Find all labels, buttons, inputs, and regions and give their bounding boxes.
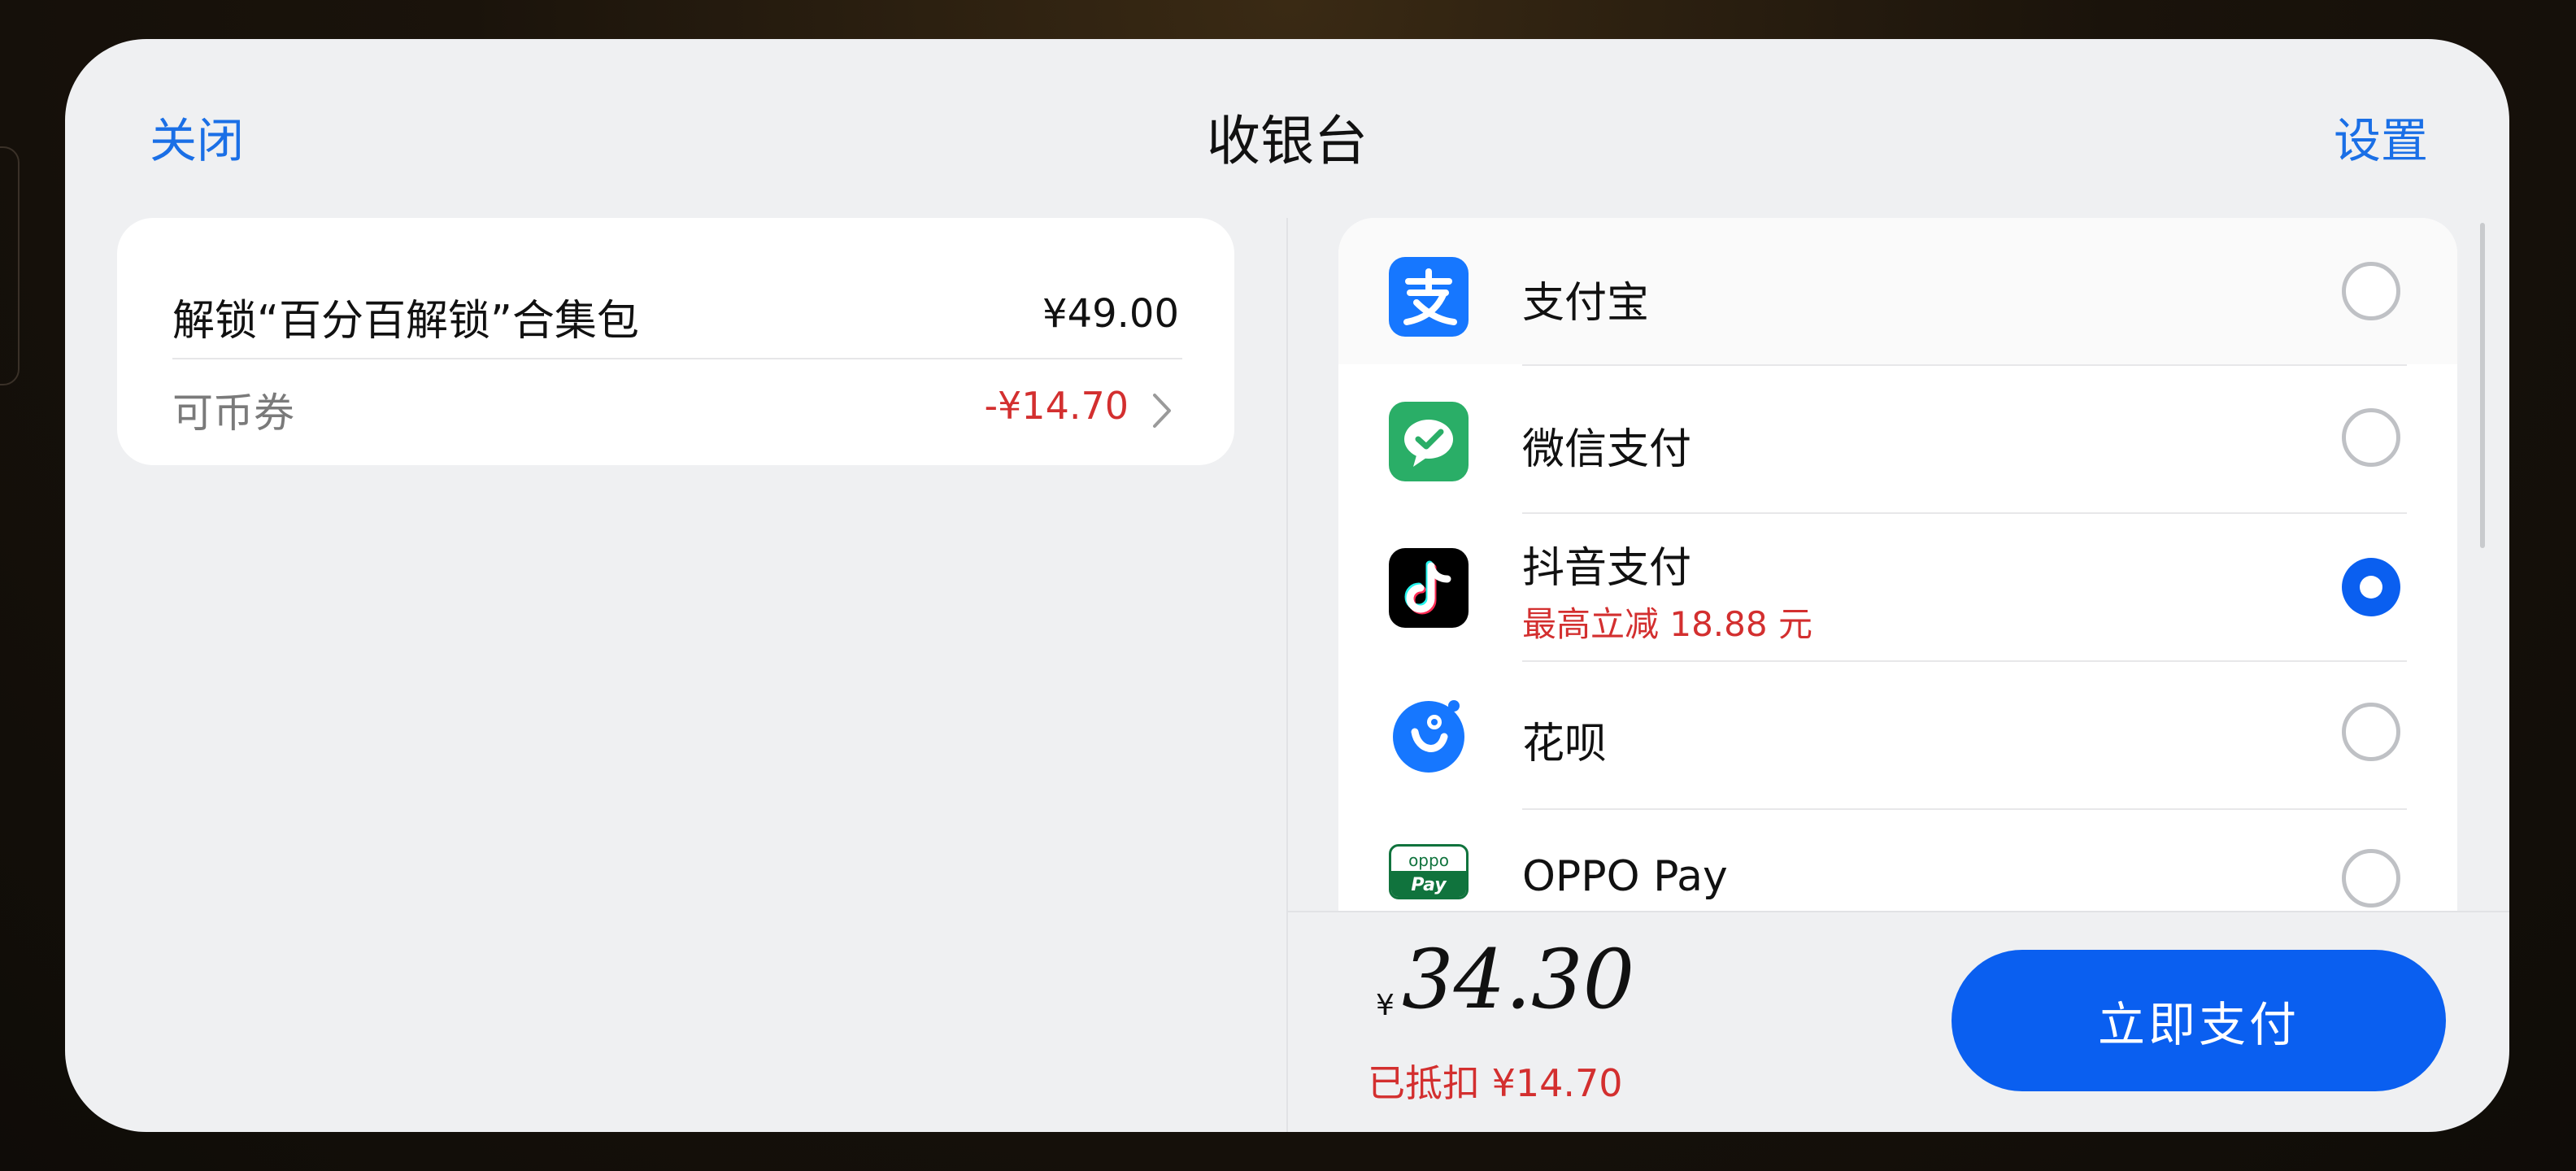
background-edge-widget bbox=[0, 146, 20, 385]
radio-huabei[interactable] bbox=[2342, 703, 2400, 761]
payment-option-label: 微信支付 bbox=[1522, 425, 1692, 474]
payment-option-wechat[interactable]: 微信支付 bbox=[1338, 366, 2457, 512]
payment-option-huabei[interactable]: 花呗 bbox=[1338, 662, 2457, 808]
payment-option-douyin[interactable]: 抖音支付 最高立减 18.88 元 bbox=[1338, 514, 2457, 660]
settings-button[interactable]: 设置 bbox=[2334, 102, 2428, 171]
payment-option-label: 支付宝 bbox=[1522, 279, 1650, 328]
payment-option-oppo-pay[interactable]: oppo Pay OPPO Pay bbox=[1338, 810, 2457, 911]
wechat-pay-icon bbox=[1389, 402, 1469, 481]
coupon-label[interactable]: 可币券 bbox=[172, 381, 294, 439]
payment-option-label: 花呗 bbox=[1522, 720, 1608, 768]
payment-option-alipay[interactable]: 支付宝 bbox=[1338, 218, 2457, 364]
radio-douyin-selected[interactable] bbox=[2342, 558, 2400, 616]
column-divider bbox=[1286, 218, 1288, 1132]
order-item-price: ¥49.00 bbox=[1042, 291, 1179, 337]
deduction-text: 已抵扣 ¥14.70 bbox=[1368, 1061, 1623, 1105]
page-title: 收银台 bbox=[1207, 110, 1368, 172]
oppo-pay-icon: oppo Pay bbox=[1389, 844, 1469, 899]
radio-oppo-pay[interactable] bbox=[2342, 849, 2400, 908]
order-summary-card: 解锁“百分百解锁”合集包 ¥49.00 可币券 -¥14.70 bbox=[117, 218, 1234, 465]
footer-divider bbox=[1288, 911, 2509, 912]
coupon-value[interactable]: -¥14.70 bbox=[984, 384, 1129, 428]
huabei-icon bbox=[1389, 694, 1469, 774]
payment-method-list: 支付宝 微信支付 抖音支付 最高立减 18.88 元 花呗 oppo Pay O… bbox=[1338, 218, 2457, 911]
alipay-icon bbox=[1389, 257, 1469, 337]
currency-symbol: ¥ bbox=[1376, 989, 1395, 1022]
radio-alipay[interactable] bbox=[2342, 262, 2400, 320]
payment-option-label: 抖音支付 bbox=[1522, 544, 1692, 593]
scrollbar[interactable] bbox=[2480, 223, 2485, 548]
order-item-name: 解锁“百分百解锁”合集包 bbox=[172, 297, 639, 346]
checkout-sheet: 关闭 收银台 设置 解锁“百分百解锁”合集包 ¥49.00 可币券 -¥14.7… bbox=[65, 39, 2509, 1132]
douyin-pay-icon bbox=[1389, 548, 1469, 628]
oppo-logo-pay-text: Pay bbox=[1411, 875, 1447, 895]
total-amount: 34.30 bbox=[1402, 932, 1635, 1027]
payment-option-label: OPPO Pay bbox=[1522, 852, 1728, 901]
oppo-logo-text: oppo bbox=[1408, 851, 1449, 870]
divider bbox=[172, 358, 1182, 359]
promo-text: 最高立减 18.88 元 bbox=[1522, 604, 1812, 644]
chevron-right-icon[interactable] bbox=[1143, 392, 1181, 429]
radio-wechat[interactable] bbox=[2342, 408, 2400, 467]
pay-now-button[interactable]: 立即支付 bbox=[1952, 950, 2446, 1091]
